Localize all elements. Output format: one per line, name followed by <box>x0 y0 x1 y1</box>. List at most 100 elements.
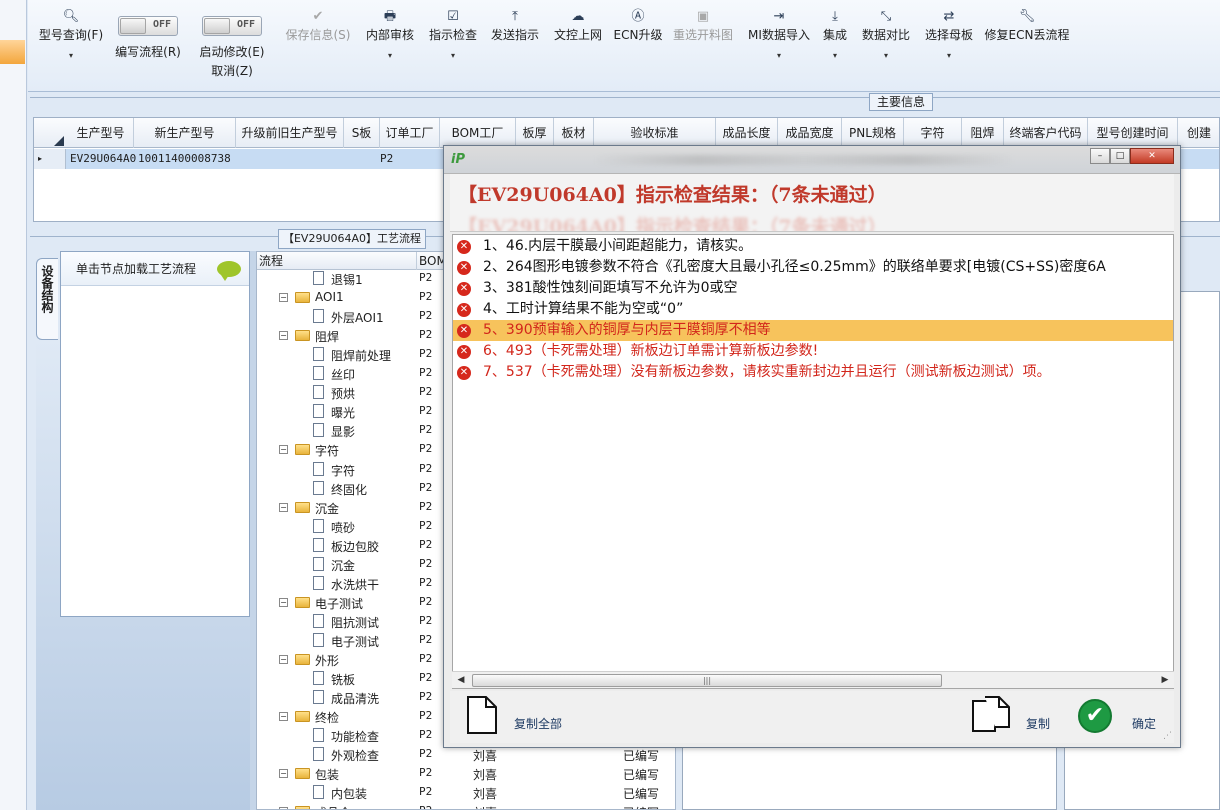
result-text: 7、537（卡死需处理）没有新板边参数，请核实重新封边并且运行（测试新板边测试）… <box>483 364 1051 380</box>
result-item[interactable]: ✕ 5、390预审输入的铜厚与内层干膜铜厚不相等 <box>453 320 1173 341</box>
edit-flow-toggle[interactable]: OFF <box>118 16 178 36</box>
reselect-material-button[interactable]: ▣ 重选开料图 <box>670 8 736 43</box>
resize-grip-icon[interactable]: ⋰ <box>1163 731 1172 741</box>
chevron-down-icon[interactable]: ▾ <box>820 51 850 60</box>
chevron-down-icon[interactable]: ▾ <box>426 51 480 60</box>
bom-factory-cell: P2 <box>419 632 433 646</box>
col-header[interactable]: 板厚 <box>516 118 554 148</box>
internal-review-button[interactable]: 🖶 内部审核 ▾ <box>362 8 418 60</box>
mi-import-button[interactable]: ⇥ MI数据导入 ▾ <box>744 8 814 60</box>
data-compare-button[interactable]: ⤡ 数据对比 ▾ <box>858 8 914 60</box>
chevron-down-icon[interactable]: ▾ <box>922 51 976 60</box>
result-item[interactable]: ✕ 2、264图形电镀参数不符合《孔密度大且最小孔径≤0.25mm》的联络单要求[… <box>453 257 1173 278</box>
close-button[interactable]: ✕ <box>1130 148 1174 164</box>
col-header[interactable]: 成品长度 <box>716 118 778 148</box>
result-list[interactable]: ✕ 1、46.内层干膜最小间距超能力，请核实。 ✕ 2、264图形电镀参数不符合《孔密… <box>452 234 1174 689</box>
indicator-check-button[interactable]: ☑ 指示检查 ▾ <box>426 8 480 60</box>
col-header[interactable]: 订单工厂 <box>380 118 440 148</box>
col-header[interactable]: 板材 <box>554 118 594 148</box>
chevron-down-icon[interactable]: ▾ <box>744 51 814 60</box>
send-instruction-button[interactable]: ⤒ 发送指示 <box>488 8 542 43</box>
scroll-thumb[interactable]: ||| <box>472 674 942 687</box>
status-cell: 已编写 <box>623 768 660 783</box>
row-selector-icon[interactable]: ▸ <box>34 149 66 169</box>
collapse-icon[interactable]: − <box>279 293 288 303</box>
check-circle-icon: ✔ <box>1078 699 1112 733</box>
col-header[interactable]: 升级前旧生产型号 <box>236 118 344 148</box>
maximize-button[interactable]: □ <box>1110 148 1130 164</box>
col-header[interactable]: 验收标准 <box>594 118 716 148</box>
start-modify-toggle[interactable]: OFF <box>202 16 262 36</box>
start-modify-cancel-label[interactable]: 取消(Z) <box>196 62 268 79</box>
save-info-button[interactable]: ✔ 保存信息(S) <box>280 8 356 43</box>
tree-node-label: 阻焊 <box>315 330 340 345</box>
tree-node-label: 电子测试 <box>315 596 364 611</box>
upload-online-button[interactable]: ☁ 文控上网 <box>550 8 606 43</box>
result-item[interactable]: ✕ 7、537（卡死需处理）没有新板边参数，请核实重新封边并且运行（测试新板边测试… <box>453 362 1173 383</box>
col-header[interactable]: 新生产型号 <box>134 118 236 148</box>
col-header[interactable]: BOM工厂 <box>440 118 516 148</box>
result-item[interactable]: ✕ 3、381酸性蚀刻间距填写不允许为0或空 <box>453 278 1173 299</box>
cell-order-factory[interactable]: P2 <box>380 149 393 169</box>
ecn-upgrade-button[interactable]: Ⓐ ECN升级 <box>612 8 664 43</box>
collapse-icon[interactable]: − <box>279 655 288 664</box>
result-item[interactable]: ✕ 6、493（卡死需处理）新板边订单需计算新板边参数! <box>453 341 1173 362</box>
col-header[interactable]: PNL规格 <box>842 118 904 148</box>
copy-all-button[interactable]: 复制全部 <box>466 695 576 739</box>
col-header[interactable]: 创建 <box>1178 118 1219 148</box>
chevron-down-icon[interactable]: ▾ <box>858 51 914 60</box>
node-panel-header[interactable]: 单击节点加载工艺流程 <box>61 252 249 286</box>
scroll-left-icon[interactable]: ◀ <box>454 673 468 687</box>
col-header[interactable]: 字符 <box>904 118 962 148</box>
main-info-divider <box>30 97 1220 106</box>
tree-row[interactable]: − 包装 P2 刘喜 已编写 <box>257 764 675 783</box>
mi-import-label: MI数据导入 <box>748 28 810 42</box>
collapse-icon[interactable]: − <box>279 445 288 455</box>
tree-row[interactable]: 外观检查 P2 刘喜 已编写 <box>257 745 675 764</box>
copy-button[interactable]: 复制 <box>970 695 1060 739</box>
error-icon: ✕ <box>457 240 471 254</box>
collapse-icon[interactable]: − <box>279 769 288 779</box>
start-modify-button[interactable]: OFF 启动修改(E) 取消(Z) <box>196 16 268 79</box>
cell-new-model[interactable]: 10011400008738 <box>138 149 231 169</box>
collapse-icon[interactable]: − <box>279 712 288 722</box>
bom-factory-cell: P2 <box>419 766 433 780</box>
col-header[interactable]: 阻焊 <box>962 118 1004 148</box>
col-header[interactable]: 终端客户代码 <box>1004 118 1088 148</box>
left-strip-active-tab[interactable] <box>0 40 25 64</box>
collapse-icon[interactable]: − <box>279 331 288 341</box>
result-item[interactable]: ✕ 4、工时计算结果不能为空或“0” <box>453 299 1173 320</box>
col-header[interactable]: S板 <box>344 118 380 148</box>
ok-button[interactable]: ✔ 确定 <box>1078 695 1168 739</box>
collapse-icon[interactable]: − <box>279 502 288 512</box>
chevron-down-icon[interactable]: ▾ <box>36 51 106 60</box>
collapse-icon[interactable]: − <box>279 597 288 607</box>
col-header[interactable]: 生产型号 <box>68 118 134 148</box>
chat-bubble-icon[interactable] <box>217 261 241 281</box>
scroll-right-icon[interactable]: ▶ <box>1158 673 1172 687</box>
bom-factory-cell: P2 <box>419 537 433 551</box>
model-query-button[interactable]: 🔍︎ 型号查询(F) ▾ <box>36 8 106 60</box>
compress-icon: ⤡ <box>880 9 892 24</box>
tree-row[interactable]: −成品仓P2刘喜已编写 <box>257 802 675 809</box>
result-item[interactable]: ✕ 1、46.内层干膜最小间距超能力，请核实。 <box>453 236 1173 257</box>
error-icon: ✕ <box>457 324 471 338</box>
col-header[interactable]: 成品宽度 <box>778 118 842 148</box>
tree-node-label: 外层AOI1 <box>331 311 384 326</box>
tab-device-structure[interactable]: 设备结构 <box>36 258 58 340</box>
tree-node-label: 预烘 <box>331 387 356 402</box>
integrate-button[interactable]: ⤓ 集成 ▾ <box>820 8 850 60</box>
horizontal-scrollbar[interactable]: ◀ ||| ▶ <box>452 671 1174 688</box>
dialog-titlebar[interactable]: iP – □ ✕ <box>444 146 1180 174</box>
tree-row[interactable]: 内包装 P2 刘喜 已编写 <box>257 783 675 802</box>
result-text: 1、46.内层干膜最小间距超能力，请核实。 <box>483 238 753 254</box>
chevron-down-icon[interactable]: ▾ <box>362 51 418 60</box>
minimize-button[interactable]: – <box>1090 148 1110 164</box>
select-mother-board-button[interactable]: ⇄ 选择母板 ▾ <box>922 8 976 60</box>
cell-model[interactable]: EV29U064A0 <box>70 149 136 169</box>
col-header[interactable]: 型号创建时间 <box>1088 118 1178 148</box>
repair-ecn-button[interactable]: 🔧︎ 修复ECN丢流程 <box>984 8 1070 43</box>
col-header-flow[interactable]: 流程 <box>257 252 417 270</box>
edit-flow-button[interactable]: OFF 编写流程(R) <box>112 16 184 60</box>
folder-icon <box>295 806 310 809</box>
